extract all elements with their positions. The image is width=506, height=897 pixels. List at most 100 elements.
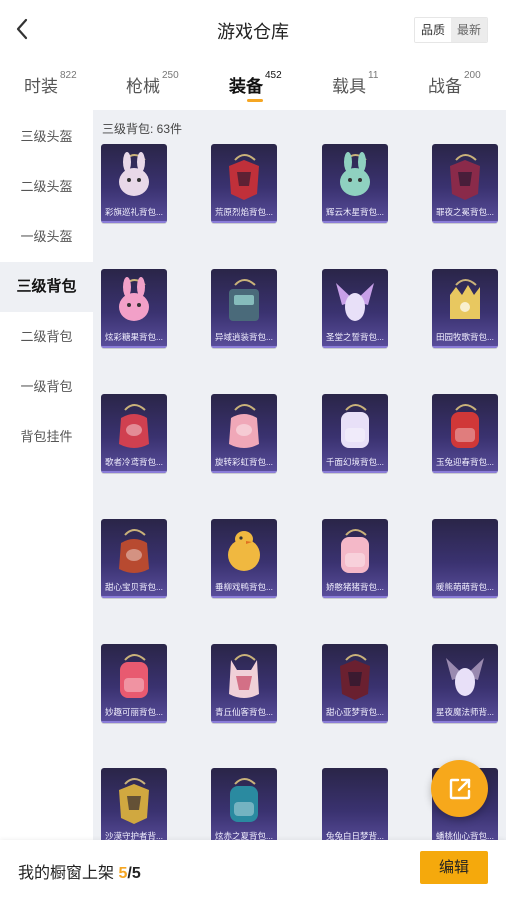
sidebar-item-backpack-lv1[interactable]: 一级背包 bbox=[0, 362, 93, 412]
rarity-bar bbox=[322, 596, 388, 598]
backpack-icon bbox=[119, 152, 149, 196]
rarity-bar bbox=[322, 721, 388, 723]
item-panel: 三级背包: 63件 彩旗巡礼背包... 荒原烈焰背包... 辉云木星背包... 罪夜之… bbox=[93, 110, 506, 840]
showcase-total: 5 bbox=[131, 865, 141, 882]
item-name: 田园牧歌背包... bbox=[435, 332, 495, 342]
rarity-bar bbox=[211, 346, 277, 348]
backpack-icon bbox=[229, 279, 259, 321]
item-card[interactable]: 彩旗巡礼背包... bbox=[101, 144, 167, 223]
rarity-bar bbox=[432, 221, 498, 223]
backpack-icon bbox=[341, 529, 369, 573]
tab-vehicles[interactable]: 载具11 bbox=[332, 70, 379, 102]
item-card[interactable]: 千面幻境背包... bbox=[322, 394, 388, 473]
item-card[interactable]: 圣堂之誓背包... bbox=[322, 269, 388, 348]
showcase-label: 我的橱窗上架 bbox=[18, 865, 115, 882]
item-card[interactable]: 青丘仙客背包... bbox=[211, 644, 277, 723]
item-name: 千面幻境背包... bbox=[325, 457, 385, 467]
rarity-bar bbox=[211, 471, 277, 473]
backpack-icon bbox=[450, 279, 480, 319]
item-name: 罪夜之冕背包... bbox=[435, 207, 495, 217]
item-name: 炫赤之夏背包... bbox=[214, 831, 274, 840]
item-card[interactable]: 辉云木星背包... bbox=[322, 144, 388, 223]
item-card[interactable]: 炫彩糖果背包... bbox=[101, 269, 167, 348]
tab-label: 装备 bbox=[229, 77, 263, 96]
share-button[interactable] bbox=[431, 760, 488, 817]
backpack-icon bbox=[336, 283, 374, 321]
tab-fashion[interactable]: 时装822 bbox=[24, 70, 77, 102]
edit-button[interactable]: 编辑 bbox=[420, 851, 488, 884]
tab-count: 11 bbox=[368, 70, 379, 81]
item-card[interactable]: 田园牧歌背包... bbox=[432, 269, 498, 348]
share-external-icon bbox=[449, 778, 470, 799]
item-card[interactable]: 荒原烈焰背包... bbox=[211, 144, 277, 223]
item-card[interactable]: 异域逍装背包... bbox=[211, 269, 277, 348]
tab-guns[interactable]: 枪械250 bbox=[126, 70, 179, 102]
item-card[interactable]: 娇憨猪猪背包... bbox=[322, 519, 388, 598]
item-card[interactable]: 兔兔白日梦背... bbox=[322, 768, 388, 840]
sidebar-item-backpack-pendant[interactable]: 背包挂件 bbox=[0, 412, 93, 462]
sort-option-quality[interactable]: 品质 bbox=[415, 18, 451, 42]
backpack-icon bbox=[229, 654, 259, 698]
sidebar-item-helmet-lv1[interactable]: 一级头盔 bbox=[0, 212, 93, 262]
item-name: 星夜魔法师背... bbox=[435, 707, 495, 717]
sort-option-newest[interactable]: 最新 bbox=[451, 18, 487, 42]
rarity-bar bbox=[432, 346, 498, 348]
item-card[interactable]: 罪夜之冕背包... bbox=[432, 144, 498, 223]
backpack-icon bbox=[341, 404, 369, 448]
item-card[interactable]: 妙趣可丽背包... bbox=[101, 644, 167, 723]
item-name: 暖熊萌萌背包... bbox=[435, 582, 495, 592]
rarity-bar bbox=[101, 221, 167, 223]
tab-count: 822 bbox=[60, 70, 77, 81]
item-card[interactable]: 炫赤之夏背包... bbox=[211, 768, 277, 840]
rarity-bar bbox=[322, 221, 388, 223]
rarity-bar bbox=[432, 596, 498, 598]
item-card[interactable]: 甜心亚梦背包... bbox=[322, 644, 388, 723]
rarity-bar bbox=[322, 471, 388, 473]
item-name: 炫彩糖果背包... bbox=[104, 332, 164, 342]
backpack-icon bbox=[119, 404, 149, 448]
sidebar-item-helmet-lv2[interactable]: 二级头盔 bbox=[0, 162, 93, 212]
backpack-icon bbox=[120, 654, 148, 698]
sort-toggle[interactable]: 品质 最新 bbox=[414, 17, 488, 43]
item-card[interactable]: 暖熊萌萌背包... bbox=[432, 519, 498, 598]
backpack-icon bbox=[229, 404, 259, 448]
item-card[interactable]: 甜心宝贝背包... bbox=[101, 519, 167, 598]
backpack-icon bbox=[119, 529, 149, 573]
tab-count: 200 bbox=[464, 70, 481, 81]
item-name: 圣堂之誓背包... bbox=[325, 332, 385, 342]
tab-equipment[interactable]: 装备452 bbox=[229, 70, 282, 102]
sidebar-item-backpack-lv2[interactable]: 二级背包 bbox=[0, 312, 93, 362]
item-name: 彩旗巡礼背包... bbox=[104, 207, 164, 217]
rarity-bar bbox=[432, 721, 498, 723]
top-bar: 游戏仓库 品质 最新 bbox=[0, 0, 506, 60]
category-tabs: 时装822 枪械250 装备452 载具11 战备200 bbox=[0, 60, 506, 110]
item-name: 甜心亚梦背包... bbox=[325, 707, 385, 717]
sidebar-item-helmet-lv3[interactable]: 三级头盔 bbox=[0, 112, 93, 162]
sidebar-item-backpack-lv3[interactable]: 三级背包 bbox=[0, 262, 93, 312]
item-name: 兔兔白日梦背... bbox=[325, 831, 385, 840]
backpack-icon bbox=[451, 404, 479, 448]
backpack-icon bbox=[450, 154, 480, 200]
item-name: 辉云木星背包... bbox=[325, 207, 385, 217]
backpack-icon bbox=[340, 152, 370, 196]
backpack-icon bbox=[340, 654, 370, 700]
rarity-bar bbox=[211, 596, 277, 598]
item-card[interactable]: 歌者冷鸢背包... bbox=[101, 394, 167, 473]
item-name: 垂柳戏鸭背包... bbox=[214, 582, 274, 592]
item-card[interactable]: 玉兔迎春背包... bbox=[432, 394, 498, 473]
rarity-bar bbox=[322, 346, 388, 348]
subcategory-sidebar: 三级头盔 二级头盔 一级头盔 三级背包 二级背包 一级背包 背包挂件 bbox=[0, 110, 93, 840]
tab-label: 战备 bbox=[428, 77, 462, 96]
item-name: 沙漠守护者背... bbox=[104, 831, 164, 840]
item-name: 甜心宝贝背包... bbox=[104, 582, 164, 592]
item-card[interactable]: 垂柳戏鸭背包... bbox=[211, 519, 277, 598]
item-card[interactable]: 旋转彩虹背包... bbox=[211, 394, 277, 473]
item-count-header: 三级背包: 63件 bbox=[102, 122, 183, 136]
item-name: 荒原烈焰背包... bbox=[214, 207, 274, 217]
tab-battle-gear[interactable]: 战备200 bbox=[428, 70, 481, 102]
rarity-bar bbox=[432, 471, 498, 473]
item-card[interactable]: 星夜魔法师背... bbox=[432, 644, 498, 723]
item-name: 蟠桃仙心背包... bbox=[435, 831, 495, 840]
item-card[interactable]: 沙漠守护者背... bbox=[101, 768, 167, 840]
backpack-icon bbox=[228, 531, 260, 571]
